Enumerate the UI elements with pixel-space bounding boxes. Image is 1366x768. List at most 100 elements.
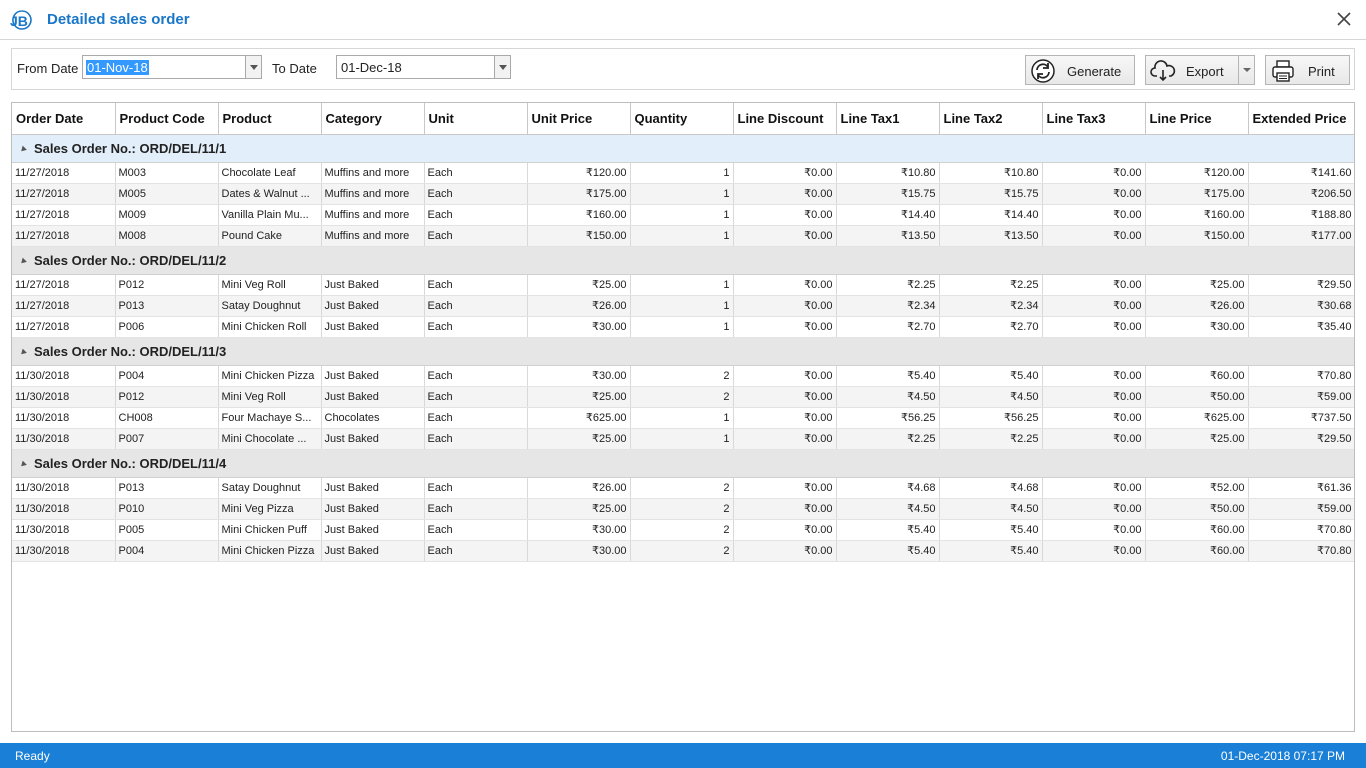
table-cell[interactable]: ₹10.80 [939,162,1043,184]
collapse-triangle-icon[interactable] [19,348,27,356]
table-cell[interactable]: ₹2.70 [836,316,940,338]
table-cell[interactable]: 2 [630,386,734,408]
table-cell[interactable]: P006 [115,316,219,338]
print-button[interactable]: Print [1265,55,1350,85]
table-cell[interactable]: Just Baked [321,365,425,387]
table-cell[interactable]: P013 [115,477,219,499]
table-cell[interactable]: ₹14.40 [939,204,1043,226]
table-cell[interactable]: ₹4.50 [939,498,1043,520]
table-cell[interactable]: Just Baked [321,498,425,520]
table-cell[interactable]: ₹737.50 [1248,407,1354,429]
table-cell[interactable]: 1 [630,225,734,247]
group-header-cell[interactable]: Sales Order No.: ORD/DEL/11/4 [12,449,1354,478]
table-cell[interactable]: Muffins and more [321,225,425,247]
table-cell[interactable]: 2 [630,519,734,541]
table-cell[interactable]: Each [424,386,528,408]
table-cell[interactable]: Just Baked [321,386,425,408]
table-cell[interactable]: ₹0.00 [733,274,837,296]
table-cell[interactable]: Muffins and more [321,183,425,205]
table-cell[interactable]: ₹2.25 [836,428,940,450]
table-row[interactable]: 11/30/2018 P012 Mini Veg Roll Just Baked Eac… [12,386,1354,408]
table-cell[interactable]: ₹150.00 [1145,225,1249,247]
table-cell[interactable]: 1 [630,428,734,450]
collapse-triangle-icon[interactable] [19,257,27,265]
group-header-cell[interactable]: Sales Order No.: ORD/DEL/11/2 [12,246,1354,275]
table-row[interactable]: 11/30/2018 P007 Mini Chocolate ... Just Bak… [12,428,1354,450]
table-cell[interactable]: ₹0.00 [733,407,837,429]
table-cell[interactable]: Mini Chicken Puff [218,519,322,541]
table-cell[interactable]: Pound Cake [218,225,322,247]
table-cell[interactable]: Each [424,295,528,317]
collapse-triangle-icon[interactable] [19,145,27,153]
table-cell[interactable]: ₹0.00 [1042,183,1146,205]
table-cell[interactable]: 11/27/2018 [12,295,116,317]
table-cell[interactable]: ₹120.00 [527,162,631,184]
table-cell[interactable]: ₹0.00 [1042,540,1146,562]
generate-button[interactable]: Generate [1025,55,1135,85]
table-cell[interactable]: P013 [115,295,219,317]
table-cell[interactable]: 11/30/2018 [12,519,116,541]
collapse-triangle-icon[interactable] [19,460,27,468]
table-cell[interactable]: 11/30/2018 [12,407,116,429]
table-cell[interactable]: ₹625.00 [527,407,631,429]
table-cell[interactable]: Mini Chicken Pizza [218,365,322,387]
table-cell[interactable]: Just Baked [321,519,425,541]
table-cell[interactable]: ₹13.50 [939,225,1043,247]
table-row[interactable]: 11/27/2018 M008 Pound Cake Muffins and more… [12,225,1354,247]
table-cell[interactable]: Mini Veg Pizza [218,498,322,520]
table-cell[interactable]: 1 [630,204,734,226]
column-header[interactable]: Category [321,103,425,135]
table-cell[interactable]: 11/30/2018 [12,365,116,387]
table-cell[interactable]: 11/30/2018 [12,540,116,562]
column-header[interactable]: Line Tax3 [1042,103,1146,135]
table-cell[interactable]: ₹206.50 [1248,183,1354,205]
table-cell[interactable]: M009 [115,204,219,226]
table-cell[interactable]: Each [424,477,528,499]
table-cell[interactable]: ₹29.50 [1248,428,1354,450]
from-date-dropdown-icon[interactable] [245,56,261,78]
column-header[interactable]: Line Price [1145,103,1249,135]
table-cell[interactable]: ₹0.00 [733,365,837,387]
from-date-picker[interactable]: 01-Nov-18 [82,55,262,79]
table-cell[interactable]: ₹15.75 [836,183,940,205]
to-date-value[interactable]: 01-Dec-18 [340,60,403,75]
table-cell[interactable]: 11/30/2018 [12,477,116,499]
table-cell[interactable]: ₹14.40 [836,204,940,226]
table-cell[interactable]: Each [424,316,528,338]
table-row[interactable]: 11/27/2018 M009 Vanilla Plain Mu... Muffins… [12,204,1354,226]
table-cell[interactable]: M003 [115,162,219,184]
table-cell[interactable]: ₹0.00 [1042,477,1146,499]
table-cell[interactable]: 11/30/2018 [12,386,116,408]
table-cell[interactable]: ₹30.00 [527,540,631,562]
table-cell[interactable]: ₹4.50 [939,386,1043,408]
table-cell[interactable]: ₹0.00 [733,498,837,520]
table-cell[interactable]: ₹2.25 [939,428,1043,450]
table-row[interactable]: 11/27/2018 P006 Mini Chicken Roll Just Bake… [12,316,1354,338]
table-cell[interactable]: ₹4.50 [836,386,940,408]
to-date-dropdown-icon[interactable] [494,56,510,78]
table-cell[interactable]: ₹160.00 [1145,204,1249,226]
group-header-cell[interactable]: Sales Order No.: ORD/DEL/11/3 [12,337,1354,366]
table-cell[interactable]: ₹2.25 [836,274,940,296]
table-cell[interactable]: ₹10.80 [836,162,940,184]
table-cell[interactable]: P004 [115,365,219,387]
table-cell[interactable]: ₹30.00 [1145,316,1249,338]
export-button[interactable]: Export [1145,55,1255,85]
table-cell[interactable]: 1 [630,183,734,205]
table-cell[interactable]: ₹2.70 [939,316,1043,338]
table-cell[interactable]: ₹61.36 [1248,477,1354,499]
table-cell[interactable]: Just Baked [321,540,425,562]
table-cell[interactable]: ₹13.50 [836,225,940,247]
table-cell[interactable]: Each [424,498,528,520]
table-cell[interactable]: ₹2.25 [939,274,1043,296]
table-cell[interactable]: ₹60.00 [1145,365,1249,387]
table-cell[interactable]: ₹25.00 [527,498,631,520]
group-row[interactable]: Sales Order No.: ORD/DEL/11/2 [12,246,1354,275]
table-cell[interactable]: Just Baked [321,428,425,450]
table-cell[interactable]: ₹0.00 [1042,295,1146,317]
column-header[interactable]: Product Code [115,103,219,135]
table-cell[interactable]: Mini Chicken Pizza [218,540,322,562]
table-cell[interactable]: ₹25.00 [527,386,631,408]
table-cell[interactable]: ₹0.00 [733,225,837,247]
column-header[interactable]: Line Discount [733,103,837,135]
